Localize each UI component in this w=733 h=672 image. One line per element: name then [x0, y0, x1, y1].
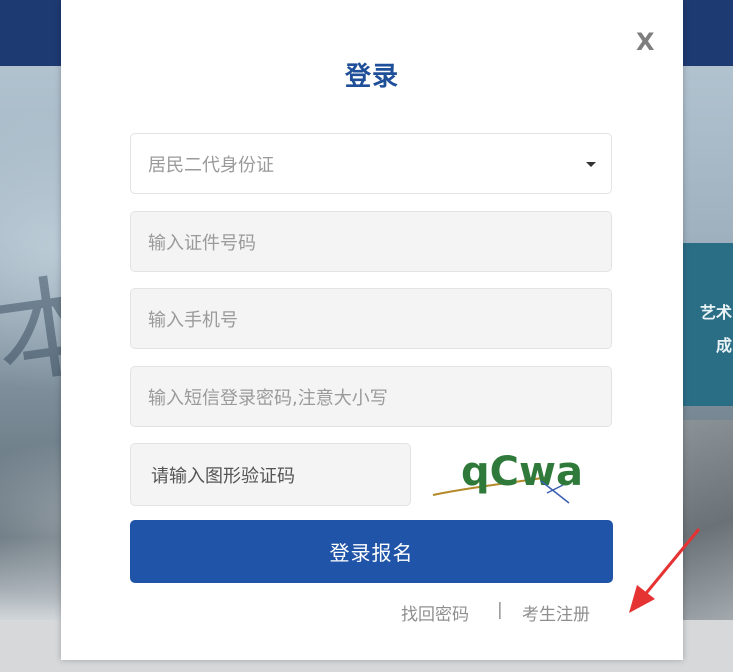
link-separator: | — [497, 600, 503, 620]
phone-input[interactable]: 输入手机号 — [130, 288, 612, 349]
background-side-text-1: 艺术 — [700, 303, 733, 322]
id-number-placeholder: 输入证件号码 — [148, 232, 256, 254]
sms-password-placeholder: 输入短信登录密码,注意大小写 — [148, 387, 388, 409]
register-link[interactable]: 考生注册 — [522, 600, 590, 625]
close-button[interactable]: X — [636, 28, 655, 56]
background-side-text-2: 成 — [716, 336, 733, 355]
captcha-image[interactable]: qCwa — [431, 443, 591, 506]
caret-down-icon — [586, 162, 596, 167]
recover-password-link[interactable]: 找回密码 — [401, 600, 469, 625]
sms-password-input[interactable]: 输入短信登录密码,注意大小写 — [130, 366, 612, 427]
login-modal: X 登录 居民二代身份证 输入证件号码 输入手机号 输入短信登录密码,注意大小写… — [61, 0, 701, 660]
id-type-value: 居民二代身份证 — [148, 154, 274, 176]
background-side-panel: 艺术 成 — [683, 243, 733, 406]
phone-placeholder: 输入手机号 — [148, 309, 238, 331]
login-submit-button[interactable]: 登录报名 — [130, 520, 613, 583]
modal-title: 登录 — [344, 62, 399, 92]
id-type-select[interactable]: 居民二代身份证 — [130, 133, 612, 194]
annotation-arrow-icon — [629, 528, 701, 613]
captcha-text: qCwa — [461, 449, 583, 495]
id-number-input[interactable]: 输入证件号码 — [130, 211, 612, 272]
captcha-input[interactable]: 请输入图形验证码 — [130, 443, 411, 506]
captcha-placeholder: 请输入图形验证码 — [151, 465, 295, 487]
